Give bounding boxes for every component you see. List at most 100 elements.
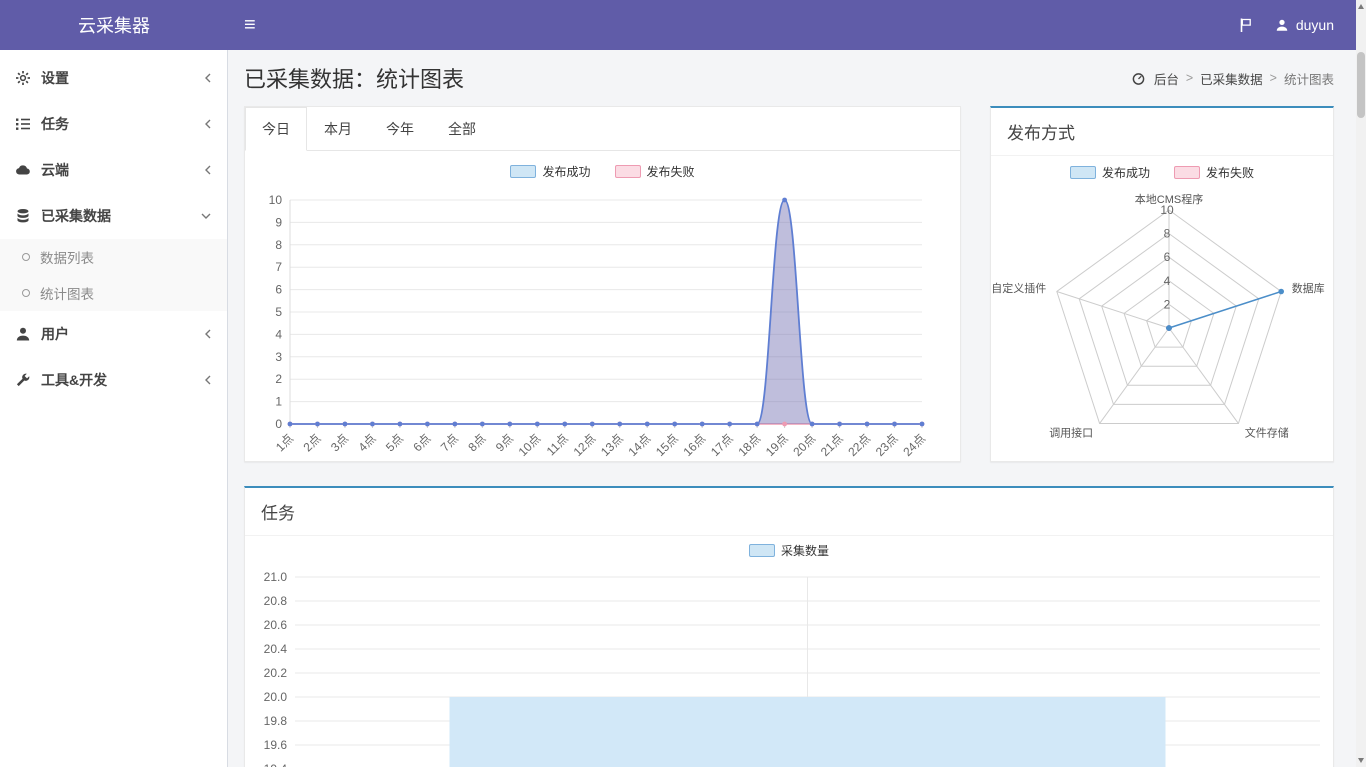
submenu-item-data-list[interactable]: 数据列表	[0, 239, 227, 275]
breadcrumb-backend[interactable]: 后台	[1154, 69, 1179, 88]
tab-today[interactable]: 今日	[245, 107, 307, 151]
svg-text:6: 6	[275, 283, 282, 297]
svg-text:2: 2	[275, 372, 282, 386]
svg-text:本地CMS程序: 本地CMS程序	[1135, 192, 1203, 206]
sidebar-item-cloud[interactable]: 云端	[0, 147, 227, 193]
sidebar-item-tools-dev[interactable]: 工具&开发	[0, 357, 227, 403]
radar-chart-legend: 发布成功 发布失败	[991, 164, 1333, 181]
svg-text:16点: 16点	[680, 431, 708, 459]
svg-text:0: 0	[275, 417, 282, 431]
svg-text:21点: 21点	[817, 431, 845, 459]
breadcrumb-separator: >	[1270, 71, 1277, 85]
breadcrumb: 后台 > 已采集数据 > 统计图表	[1132, 69, 1334, 88]
svg-text:6: 6	[1164, 250, 1171, 264]
svg-text:自定义插件: 自定义插件	[991, 281, 1046, 295]
brand-logo[interactable]: 云采集器	[0, 0, 228, 50]
svg-text:2点: 2点	[300, 431, 323, 454]
scroll-up-arrow-icon[interactable]	[1358, 4, 1364, 9]
page-title: 已采集数据：统计图表	[244, 62, 464, 94]
scrollbar-thumb[interactable]	[1357, 52, 1365, 118]
gear-icon	[15, 70, 31, 86]
wrench-icon	[15, 372, 31, 388]
svg-text:19.6: 19.6	[264, 738, 288, 752]
svg-text:5: 5	[275, 305, 282, 319]
svg-text:21.0: 21.0	[264, 570, 288, 584]
sidebar-item-label: 任务	[41, 114, 69, 134]
user-icon	[15, 326, 31, 342]
collect-swatch-icon	[749, 544, 775, 557]
sidebar-item-settings[interactable]: 设置	[0, 55, 227, 101]
svg-text:9: 9	[275, 215, 282, 229]
submenu-item-statistics-chart[interactable]: 统计图表	[0, 275, 227, 311]
radar-chart: 246810本地CMS程序数据库文件存储调用接口自定义插件	[991, 183, 1334, 462]
svg-text:10点: 10点	[515, 431, 543, 459]
svg-text:8: 8	[275, 238, 282, 252]
legend-label: 发布失败	[647, 163, 695, 180]
sidebar-item-users[interactable]: 用户	[0, 311, 227, 357]
svg-text:4点: 4点	[355, 431, 378, 454]
svg-text:3: 3	[275, 350, 282, 364]
user-menu[interactable]: duyun	[1275, 17, 1334, 33]
breadcrumb-separator: >	[1186, 71, 1193, 85]
tab-this-year[interactable]: 今年	[369, 107, 431, 151]
navbar-right: duyun	[1238, 0, 1356, 50]
tab-all[interactable]: 全部	[431, 107, 493, 151]
collected-data-submenu: 数据列表 统计图表	[0, 239, 227, 311]
breadcrumb-collected-data[interactable]: 已采集数据	[1200, 69, 1263, 88]
sidebar-item-label: 已采集数据	[41, 206, 111, 226]
fail-swatch-icon	[615, 165, 641, 178]
charts-row: 今日 本月 今年 全部 发布成功 发布失败 0123456789101点2点3点…	[244, 106, 1334, 462]
username: duyun	[1296, 17, 1334, 33]
svg-text:15点: 15点	[652, 431, 680, 459]
task-list-icon	[15, 116, 31, 132]
svg-text:10: 10	[268, 193, 282, 207]
bar-chart-legend: 采集数量	[245, 542, 1333, 559]
circle-icon	[22, 253, 30, 261]
flag-button[interactable]	[1238, 17, 1253, 33]
svg-text:20.2: 20.2	[264, 666, 288, 680]
svg-text:3点: 3点	[327, 431, 350, 454]
card-title: 任务	[245, 488, 1333, 536]
breadcrumb-current: 统计图表	[1284, 69, 1334, 88]
legend-collect-count[interactable]: 采集数量	[749, 542, 829, 559]
chevron-left-icon	[203, 72, 212, 84]
legend-publish-fail[interactable]: 发布失败	[615, 163, 695, 180]
svg-text:1: 1	[275, 395, 282, 409]
svg-text:5点: 5点	[382, 431, 405, 454]
sidebar-item-tasks[interactable]: 任务	[0, 101, 227, 147]
legend-publish-success[interactable]: 发布成功	[510, 163, 590, 180]
user-icon	[1275, 18, 1289, 32]
scroll-down-arrow-icon[interactable]	[1358, 758, 1364, 763]
sidebar-item-label: 云端	[41, 160, 69, 180]
tab-this-month[interactable]: 本月	[307, 107, 369, 151]
card-title: 发布方式	[991, 108, 1333, 156]
chevron-left-icon	[203, 374, 212, 386]
content-header: 已采集数据：统计图表 后台 > 已采集数据 > 统计图表	[244, 50, 1334, 106]
legend-publish-success[interactable]: 发布成功	[1070, 164, 1150, 181]
sidebar-toggle-button[interactable]: ≡	[228, 0, 272, 50]
svg-text:20.6: 20.6	[264, 618, 288, 632]
cloud-icon	[15, 162, 31, 178]
line-chart: 0123456789101点2点3点4点5点6点7点8点9点10点11点12点1…	[250, 186, 956, 462]
svg-text:24点: 24点	[900, 431, 928, 459]
svg-text:数据库: 数据库	[1292, 281, 1325, 295]
svg-text:20.8: 20.8	[264, 594, 288, 608]
sidebar-item-label: 用户	[41, 324, 69, 344]
sidebar-item-label: 设置	[41, 68, 69, 88]
svg-text:8: 8	[1164, 227, 1171, 241]
svg-text:6点: 6点	[410, 431, 433, 454]
svg-text:20点: 20点	[790, 431, 818, 459]
success-swatch-icon	[1070, 166, 1096, 179]
chevron-left-icon	[203, 164, 212, 176]
circle-icon	[22, 289, 30, 297]
legend-publish-fail[interactable]: 发布失败	[1174, 164, 1254, 181]
svg-text:7点: 7点	[437, 431, 460, 454]
sidebar-item-collected-data[interactable]: 已采集数据	[0, 193, 227, 239]
svg-text:8点: 8点	[465, 431, 488, 454]
svg-text:12点: 12点	[570, 431, 598, 459]
app-window: 云采集器 ≡ duyun 设置 任务 云端	[0, 0, 1366, 767]
svg-text:19点: 19点	[762, 431, 790, 459]
tasks-card: 任务 采集数量 21.020.820.620.420.220.019.819.6…	[244, 486, 1334, 767]
legend-label: 发布失败	[1206, 164, 1254, 181]
svg-text:调用接口: 调用接口	[1049, 426, 1093, 439]
